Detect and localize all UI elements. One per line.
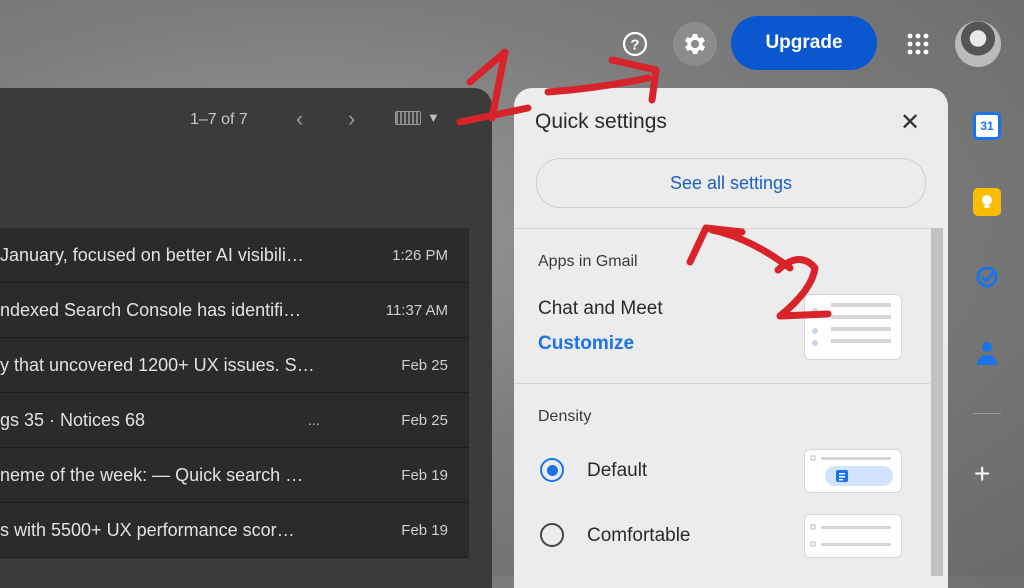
- annotation-arrow-1: [544, 56, 660, 104]
- annotation-arrow-2: [686, 224, 794, 272]
- annotation-number-1-stroke: [456, 48, 532, 126]
- annotation-number-2-stroke: [774, 256, 832, 320]
- annotation-overlay: [456, 48, 832, 320]
